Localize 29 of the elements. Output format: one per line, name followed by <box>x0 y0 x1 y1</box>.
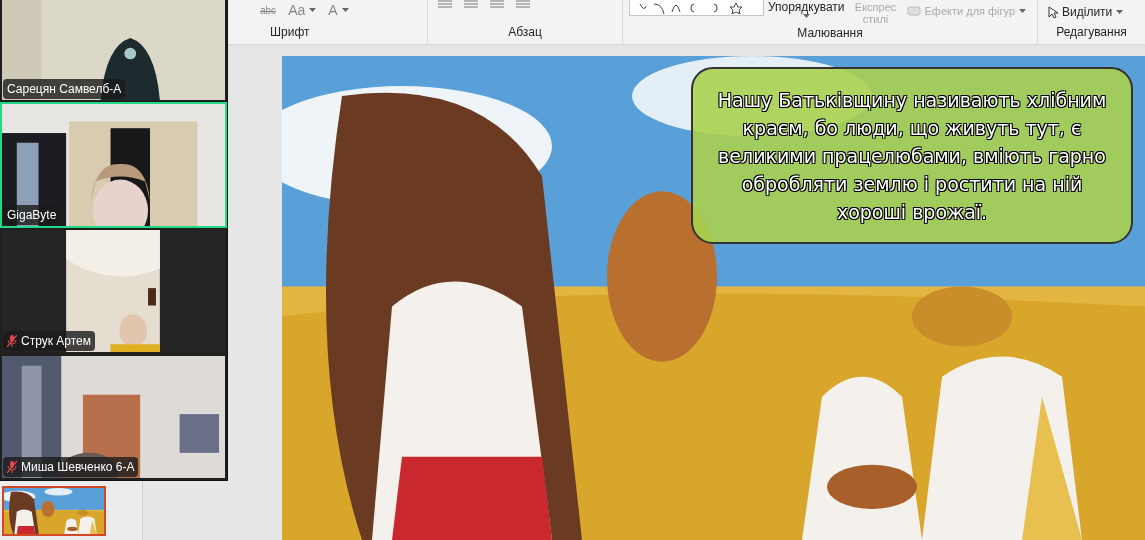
align-icon[interactable] <box>464 0 478 8</box>
participant-name: Миша Шевченко 6-А <box>21 459 135 476</box>
caret-icon <box>1019 9 1027 14</box>
group-label: Малювання <box>796 25 864 42</box>
caret-icon <box>309 8 317 12</box>
group-label: Абзац <box>507 24 543 41</box>
slide-text: Нашу Батьківщину називають хлібним краєм, бо люди, що живуть тут, є великими працелюбами, вміють гарно обробляти землю і ростити на ній хороші врожаї. <box>716 87 1108 225</box>
shapes-gallery[interactable] <box>629 0 764 16</box>
align-icon[interactable] <box>490 0 504 8</box>
strikethrough-button[interactable]: abc <box>260 2 277 18</box>
eraser-icon <box>906 6 921 17</box>
muted-mic-icon <box>7 335 17 347</box>
caret-icon <box>341 8 349 12</box>
align-icon[interactable] <box>438 0 452 8</box>
cursor-icon <box>1048 5 1058 19</box>
caret-icon <box>1116 10 1124 14</box>
change-case-button[interactable]: Aa <box>288 0 317 21</box>
participant-name: Сарецян Самвелб-А <box>7 81 122 98</box>
muted-mic-icon <box>7 461 17 473</box>
caret-icon <box>802 14 810 18</box>
participant-name: Струк Артем <box>21 333 91 350</box>
font-color-button[interactable]: A <box>328 0 349 21</box>
align-icon[interactable] <box>516 0 530 8</box>
group-label: Шрифт <box>270 24 311 41</box>
select-button[interactable]: Виділити <box>1048 3 1145 21</box>
quick-styles-button[interactable]: Експрес стилі <box>850 1 901 25</box>
group-label: Редагування <box>1055 24 1128 41</box>
arrange-button[interactable]: Упорядкувати <box>768 1 845 14</box>
participant-name: GigaByte <box>7 207 57 224</box>
